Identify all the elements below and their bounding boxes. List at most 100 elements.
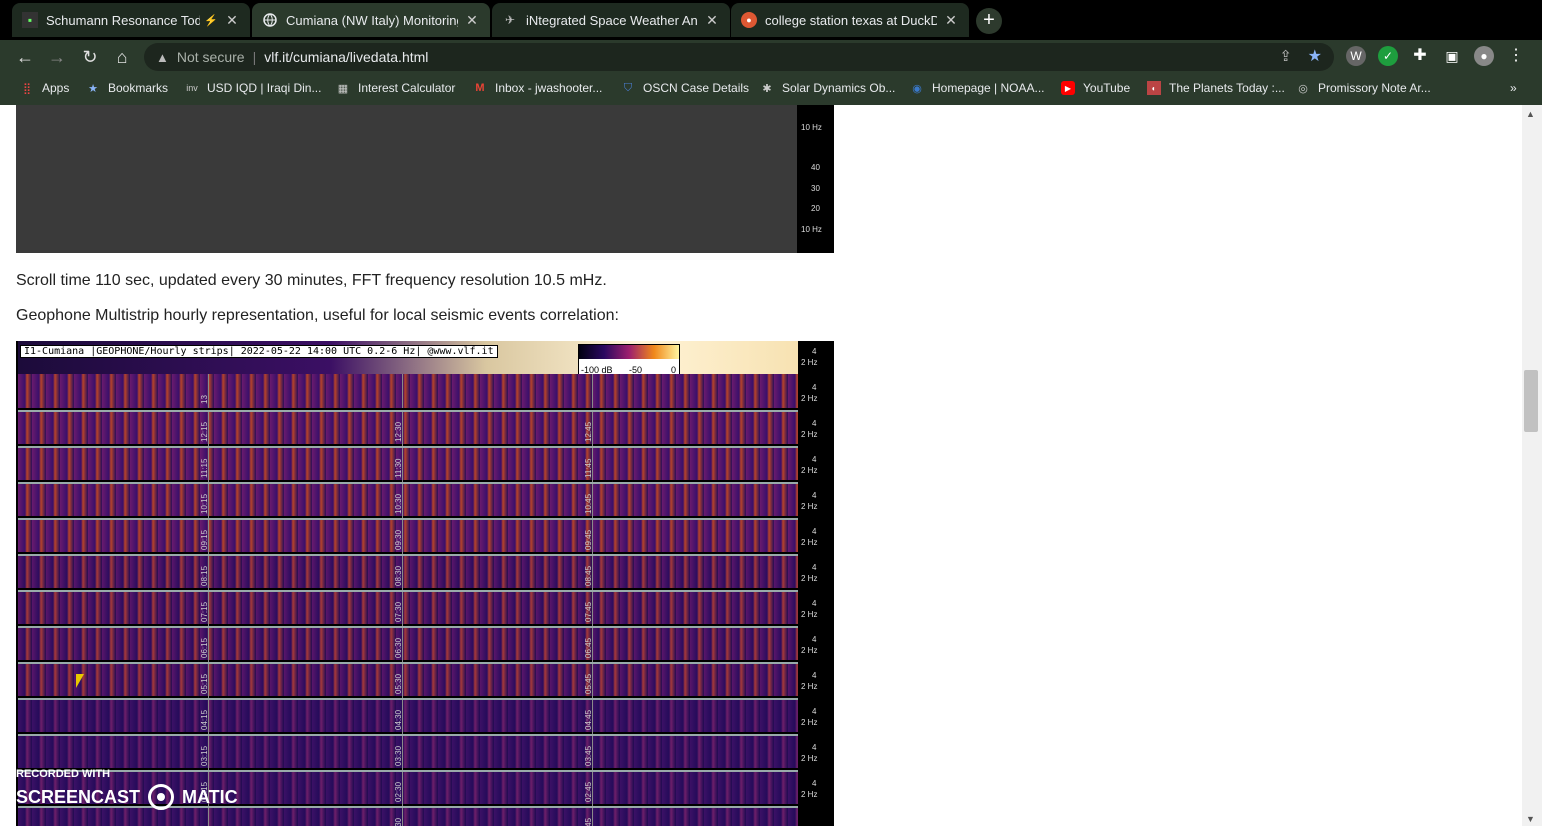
lightning-icon: ⚡ — [204, 14, 218, 27]
strip-time-label: 06:45 — [584, 637, 593, 658]
strip-time-label: 05:45 — [584, 673, 593, 694]
new-tab-button[interactable]: + — [976, 8, 1002, 34]
strip-time-label: 13 — [200, 395, 209, 404]
bookmark-noaa[interactable]: ◉ Homepage | NOAA... — [910, 81, 1045, 95]
home-button[interactable]: ⌂ — [109, 44, 135, 70]
bookmark-interest-calculator[interactable]: ▦ Interest Calculator — [336, 81, 456, 95]
geophone-strip: 13 — [18, 374, 798, 408]
bookmark-label: Interest Calculator — [358, 81, 456, 95]
apps-grid-icon: ⣿ — [22, 82, 32, 95]
bookmarks-bar: ⣿ Apps ★ Bookmarks inv USD IQD | Iraqi Din.… — [0, 73, 1542, 105]
strip-time-label: 09:30 — [394, 529, 403, 550]
screencast-watermark: RECORDED WITH SCREENCAST MATIC — [16, 768, 238, 810]
tab-strip: ▪ Schumann Resonance Today ⚡ ✕ Cumiana (… — [0, 0, 1542, 40]
forward-button[interactable]: → — [44, 44, 70, 70]
investing-icon: inv — [186, 83, 198, 93]
strip-time-label: 09:15 — [200, 529, 209, 550]
tab-schumann[interactable]: ▪ Schumann Resonance Today ⚡ ✕ — [12, 3, 250, 37]
geophone-strip: 04:15 04:30 04:45 — [18, 698, 798, 734]
tab-space-weather[interactable]: ✈ iNtegrated Space Weather Analy ✕ — [492, 3, 730, 37]
scale-label: 4 — [812, 707, 817, 716]
profile-avatar[interactable]: ● — [1474, 46, 1494, 66]
share-icon[interactable]: ⇪ — [1279, 47, 1292, 65]
bookmark-inbox[interactable]: M Inbox - jwashooter... — [473, 81, 602, 95]
oscn-icon: ⛉ — [623, 81, 633, 94]
back-button[interactable]: ← — [12, 44, 38, 70]
page-scrollbar[interactable]: ▲ ▼ — [1522, 105, 1542, 826]
close-icon[interactable]: ✕ — [704, 12, 720, 29]
bookmark-youtube[interactable]: ▶ YouTube — [1061, 81, 1130, 95]
globe-icon — [262, 12, 278, 28]
scale-label: 2 Hz — [801, 538, 818, 547]
reload-button[interactable]: ↻ — [77, 44, 103, 70]
scale-label: 2 Hz — [801, 646, 818, 655]
bookmark-label: Solar Dynamics Ob... — [782, 81, 896, 95]
address-bar[interactable]: ▲ Not secure | vlf.it/cumiana/livedata.h… — [144, 43, 1334, 71]
url-text[interactable]: vlf.it/cumiana/livedata.html — [264, 49, 428, 65]
scale-label: 2 Hz — [801, 682, 818, 691]
colorbar-legend: -100 dB -50 0 — [578, 344, 680, 378]
noaa-icon: ◉ — [912, 82, 922, 95]
page-content: 10 Hz 40 30 20 10 Hz Scroll time 110 sec… — [0, 105, 1522, 826]
strip-time-label: 12:30 — [394, 421, 403, 442]
geophone-strip: 07:15 07:30 07:45 — [18, 590, 798, 626]
geophone-strips: I1-Cumiana |GEOPHONE/Hourly strips| 2022… — [18, 341, 798, 826]
scale-label: 4 — [812, 455, 817, 464]
strip-divider — [592, 374, 593, 408]
calculator-icon: ▦ — [337, 82, 349, 95]
strip-time-label: 10:30 — [394, 493, 403, 514]
strip-time-label: 10:45 — [584, 493, 593, 514]
close-icon[interactable]: ✕ — [224, 12, 240, 29]
tab-title: Cumiana (NW Italy) Monitoring S — [286, 12, 458, 28]
bookmark-sdo[interactable]: ✱ Solar Dynamics Ob... — [760, 81, 895, 95]
scale-label: 2 Hz — [801, 394, 818, 403]
geophone-strip: 05:15 05:30 05:45 — [18, 662, 798, 698]
strip-time-label: 11:30 — [394, 458, 403, 478]
bookmark-oscn[interactable]: ⛉ OSCN Case Details — [621, 81, 749, 95]
bookmark-planets[interactable]: ◐ The Planets Today :... — [1147, 81, 1285, 95]
bookmark-label: Bookmarks — [108, 81, 169, 95]
strip-divider — [208, 808, 209, 826]
bookmark-usd-iqd[interactable]: inv USD IQD | Iraqi Din... — [185, 81, 321, 95]
strip-time-label: 03:30 — [394, 745, 403, 766]
close-icon[interactable]: ✕ — [464, 12, 480, 29]
document-icon: ◎ — [1298, 82, 1308, 95]
upper-frequency-scale: 10 Hz 40 30 20 10 Hz — [797, 105, 834, 253]
bookmark-apps[interactable]: ⣿ Apps — [20, 81, 69, 95]
strip-time-label: 06:30 — [394, 637, 403, 658]
strip-time-label: 04:15 — [200, 709, 209, 730]
scroll-up-arrow-icon[interactable]: ▲ — [1526, 109, 1535, 119]
geophone-strip: 08:15 08:30 08:45 — [18, 554, 798, 590]
side-panel-icon[interactable]: ▣ — [1442, 46, 1462, 66]
scale-label: 30 — [811, 184, 820, 193]
bookmark-promissory[interactable]: ◎ Promissory Note Ar... — [1296, 81, 1431, 95]
scale-label: 4 — [812, 635, 817, 644]
strip-time-label: 05:15 — [200, 673, 209, 694]
tab-cumiana[interactable]: Cumiana (NW Italy) Monitoring S ✕ — [252, 3, 490, 37]
extension-check-icon[interactable]: ✓ — [1378, 46, 1398, 66]
menu-kebab-icon[interactable]: ⋮ — [1506, 46, 1526, 66]
bookmark-bookmarks[interactable]: ★ Bookmarks — [86, 81, 168, 95]
strip-time-label: 07:30 — [394, 601, 403, 622]
scroll-down-arrow-icon[interactable]: ▼ — [1526, 814, 1535, 824]
scale-label: 2 Hz — [801, 502, 818, 511]
tab-duckduckgo[interactable]: ● college station texas at DuckDuc ✕ — [731, 3, 969, 37]
extensions-puzzle-icon[interactable]: ✚ — [1410, 46, 1430, 66]
scale-label: 4 — [812, 491, 817, 500]
close-icon[interactable]: ✕ — [943, 12, 959, 29]
bookmark-label: The Planets Today :... — [1169, 81, 1285, 95]
sdo-icon: ✱ — [762, 82, 772, 95]
scale-label: 2 Hz — [801, 358, 818, 367]
upper-spectrogram — [16, 105, 834, 253]
bookmark-label: OSCN Case Details — [643, 81, 750, 95]
bookmark-star-icon[interactable]: ★ — [1308, 46, 1322, 66]
extension-w-icon[interactable]: W — [1346, 46, 1366, 66]
strip-time-label: 07:45 — [584, 601, 593, 622]
bookmarks-overflow-button[interactable]: » — [1510, 81, 1517, 95]
watermark-line1: RECORDED WITH — [16, 768, 111, 780]
scale-label: 4 — [812, 383, 817, 392]
scale-label: 4 — [812, 563, 817, 572]
geophone-strip: 03:15 03:30 03:45 — [18, 734, 798, 770]
scroll-thumb[interactable] — [1524, 370, 1538, 432]
bookmark-label: Homepage | NOAA... — [932, 81, 1045, 95]
